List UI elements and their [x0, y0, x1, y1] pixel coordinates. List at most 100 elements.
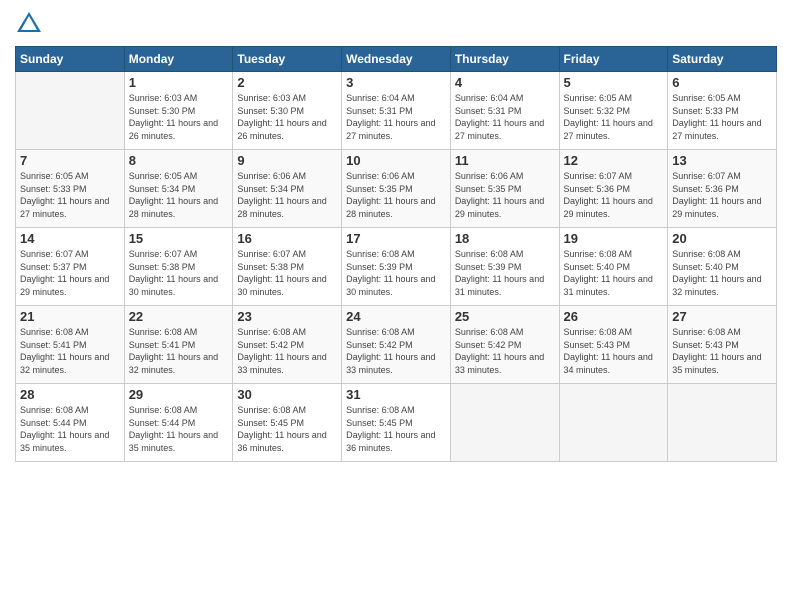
day-cell: 13 Sunrise: 6:07 AM Sunset: 5:36 PM Dayl…	[668, 150, 777, 228]
day-cell: 12 Sunrise: 6:07 AM Sunset: 5:36 PM Dayl…	[559, 150, 668, 228]
day-info: Sunrise: 6:03 AM Sunset: 5:30 PM Dayligh…	[237, 92, 337, 142]
day-cell: 15 Sunrise: 6:07 AM Sunset: 5:38 PM Dayl…	[124, 228, 233, 306]
day-cell: 25 Sunrise: 6:08 AM Sunset: 5:42 PM Dayl…	[450, 306, 559, 384]
day-info: Sunrise: 6:08 AM Sunset: 5:39 PM Dayligh…	[455, 248, 555, 298]
day-info: Sunrise: 6:05 AM Sunset: 5:33 PM Dayligh…	[672, 92, 772, 142]
header	[15, 10, 777, 38]
day-number: 17	[346, 231, 446, 246]
day-info: Sunrise: 6:08 AM Sunset: 5:45 PM Dayligh…	[237, 404, 337, 454]
day-number: 5	[564, 75, 664, 90]
day-info: Sunrise: 6:05 AM Sunset: 5:32 PM Dayligh…	[564, 92, 664, 142]
day-info: Sunrise: 6:08 AM Sunset: 5:41 PM Dayligh…	[20, 326, 120, 376]
day-info: Sunrise: 6:07 AM Sunset: 5:37 PM Dayligh…	[20, 248, 120, 298]
day-number: 30	[237, 387, 337, 402]
day-number: 31	[346, 387, 446, 402]
day-info: Sunrise: 6:08 AM Sunset: 5:41 PM Dayligh…	[129, 326, 229, 376]
day-cell: 11 Sunrise: 6:06 AM Sunset: 5:35 PM Dayl…	[450, 150, 559, 228]
day-number: 21	[20, 309, 120, 324]
day-info: Sunrise: 6:03 AM Sunset: 5:30 PM Dayligh…	[129, 92, 229, 142]
day-number: 22	[129, 309, 229, 324]
day-info: Sunrise: 6:04 AM Sunset: 5:31 PM Dayligh…	[346, 92, 446, 142]
day-cell: 27 Sunrise: 6:08 AM Sunset: 5:43 PM Dayl…	[668, 306, 777, 384]
week-row-1: 1 Sunrise: 6:03 AM Sunset: 5:30 PM Dayli…	[16, 72, 777, 150]
header-cell-sunday: Sunday	[16, 47, 125, 72]
day-cell: 26 Sunrise: 6:08 AM Sunset: 5:43 PM Dayl…	[559, 306, 668, 384]
day-info: Sunrise: 6:08 AM Sunset: 5:42 PM Dayligh…	[455, 326, 555, 376]
header-row: SundayMondayTuesdayWednesdayThursdayFrid…	[16, 47, 777, 72]
header-cell-thursday: Thursday	[450, 47, 559, 72]
day-cell	[559, 384, 668, 462]
logo-icon	[15, 10, 43, 38]
day-number: 4	[455, 75, 555, 90]
day-number: 25	[455, 309, 555, 324]
day-number: 26	[564, 309, 664, 324]
day-cell: 6 Sunrise: 6:05 AM Sunset: 5:33 PM Dayli…	[668, 72, 777, 150]
day-cell: 7 Sunrise: 6:05 AM Sunset: 5:33 PM Dayli…	[16, 150, 125, 228]
header-cell-saturday: Saturday	[668, 47, 777, 72]
day-number: 20	[672, 231, 772, 246]
day-cell: 8 Sunrise: 6:05 AM Sunset: 5:34 PM Dayli…	[124, 150, 233, 228]
day-info: Sunrise: 6:05 AM Sunset: 5:33 PM Dayligh…	[20, 170, 120, 220]
day-number: 8	[129, 153, 229, 168]
day-number: 18	[455, 231, 555, 246]
page-container: SundayMondayTuesdayWednesdayThursdayFrid…	[0, 0, 792, 472]
day-number: 12	[564, 153, 664, 168]
day-cell: 20 Sunrise: 6:08 AM Sunset: 5:40 PM Dayl…	[668, 228, 777, 306]
week-row-3: 14 Sunrise: 6:07 AM Sunset: 5:37 PM Dayl…	[16, 228, 777, 306]
day-info: Sunrise: 6:04 AM Sunset: 5:31 PM Dayligh…	[455, 92, 555, 142]
day-info: Sunrise: 6:07 AM Sunset: 5:36 PM Dayligh…	[672, 170, 772, 220]
day-cell: 17 Sunrise: 6:08 AM Sunset: 5:39 PM Dayl…	[342, 228, 451, 306]
day-number: 6	[672, 75, 772, 90]
day-cell: 24 Sunrise: 6:08 AM Sunset: 5:42 PM Dayl…	[342, 306, 451, 384]
day-info: Sunrise: 6:08 AM Sunset: 5:39 PM Dayligh…	[346, 248, 446, 298]
day-number: 27	[672, 309, 772, 324]
day-cell	[16, 72, 125, 150]
day-cell: 31 Sunrise: 6:08 AM Sunset: 5:45 PM Dayl…	[342, 384, 451, 462]
day-info: Sunrise: 6:08 AM Sunset: 5:45 PM Dayligh…	[346, 404, 446, 454]
day-cell: 5 Sunrise: 6:05 AM Sunset: 5:32 PM Dayli…	[559, 72, 668, 150]
day-number: 23	[237, 309, 337, 324]
day-number: 9	[237, 153, 337, 168]
header-cell-friday: Friday	[559, 47, 668, 72]
day-number: 1	[129, 75, 229, 90]
day-cell: 10 Sunrise: 6:06 AM Sunset: 5:35 PM Dayl…	[342, 150, 451, 228]
day-number: 11	[455, 153, 555, 168]
day-info: Sunrise: 6:06 AM Sunset: 5:35 PM Dayligh…	[346, 170, 446, 220]
day-info: Sunrise: 6:08 AM Sunset: 5:43 PM Dayligh…	[564, 326, 664, 376]
header-cell-wednesday: Wednesday	[342, 47, 451, 72]
day-info: Sunrise: 6:08 AM Sunset: 5:40 PM Dayligh…	[672, 248, 772, 298]
day-cell: 23 Sunrise: 6:08 AM Sunset: 5:42 PM Dayl…	[233, 306, 342, 384]
day-number: 16	[237, 231, 337, 246]
week-row-4: 21 Sunrise: 6:08 AM Sunset: 5:41 PM Dayl…	[16, 306, 777, 384]
day-info: Sunrise: 6:07 AM Sunset: 5:38 PM Dayligh…	[129, 248, 229, 298]
day-number: 10	[346, 153, 446, 168]
day-info: Sunrise: 6:08 AM Sunset: 5:43 PM Dayligh…	[672, 326, 772, 376]
day-number: 24	[346, 309, 446, 324]
header-cell-tuesday: Tuesday	[233, 47, 342, 72]
day-cell	[668, 384, 777, 462]
calendar-table: SundayMondayTuesdayWednesdayThursdayFrid…	[15, 46, 777, 462]
day-cell: 14 Sunrise: 6:07 AM Sunset: 5:37 PM Dayl…	[16, 228, 125, 306]
header-cell-monday: Monday	[124, 47, 233, 72]
day-number: 15	[129, 231, 229, 246]
day-number: 2	[237, 75, 337, 90]
day-info: Sunrise: 6:07 AM Sunset: 5:36 PM Dayligh…	[564, 170, 664, 220]
day-info: Sunrise: 6:08 AM Sunset: 5:40 PM Dayligh…	[564, 248, 664, 298]
day-cell: 2 Sunrise: 6:03 AM Sunset: 5:30 PM Dayli…	[233, 72, 342, 150]
day-number: 13	[672, 153, 772, 168]
day-number: 19	[564, 231, 664, 246]
day-info: Sunrise: 6:06 AM Sunset: 5:34 PM Dayligh…	[237, 170, 337, 220]
day-number: 29	[129, 387, 229, 402]
day-info: Sunrise: 6:08 AM Sunset: 5:44 PM Dayligh…	[20, 404, 120, 454]
day-cell: 29 Sunrise: 6:08 AM Sunset: 5:44 PM Dayl…	[124, 384, 233, 462]
day-cell: 30 Sunrise: 6:08 AM Sunset: 5:45 PM Dayl…	[233, 384, 342, 462]
day-info: Sunrise: 6:08 AM Sunset: 5:42 PM Dayligh…	[346, 326, 446, 376]
day-cell: 9 Sunrise: 6:06 AM Sunset: 5:34 PM Dayli…	[233, 150, 342, 228]
day-number: 14	[20, 231, 120, 246]
day-cell: 19 Sunrise: 6:08 AM Sunset: 5:40 PM Dayl…	[559, 228, 668, 306]
day-info: Sunrise: 6:06 AM Sunset: 5:35 PM Dayligh…	[455, 170, 555, 220]
day-info: Sunrise: 6:05 AM Sunset: 5:34 PM Dayligh…	[129, 170, 229, 220]
day-cell: 3 Sunrise: 6:04 AM Sunset: 5:31 PM Dayli…	[342, 72, 451, 150]
day-cell: 21 Sunrise: 6:08 AM Sunset: 5:41 PM Dayl…	[16, 306, 125, 384]
day-cell: 22 Sunrise: 6:08 AM Sunset: 5:41 PM Dayl…	[124, 306, 233, 384]
